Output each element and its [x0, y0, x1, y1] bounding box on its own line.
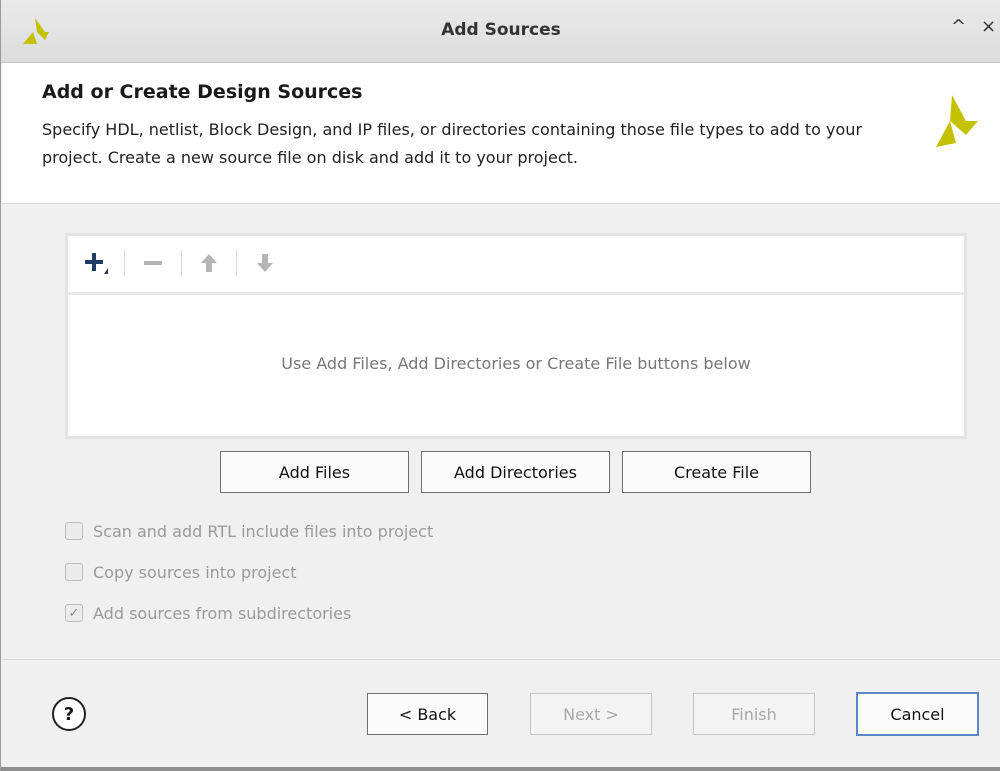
add-directories-button[interactable]: Add Directories: [421, 451, 610, 493]
checkbox-box: [65, 522, 83, 540]
sources-toolbar: [68, 236, 964, 295]
copy-sources-checkbox[interactable]: Copy sources into project: [65, 560, 297, 584]
back-button[interactable]: < Back: [367, 693, 488, 735]
toolbar-separator: [236, 250, 237, 276]
finish-button[interactable]: Finish: [693, 693, 815, 735]
page-description: Specify HDL, netlist, Block Design, and …: [42, 120, 863, 167]
plus-icon: [85, 253, 108, 274]
add-sources-button[interactable]: [80, 248, 110, 278]
minus-icon: [144, 261, 162, 265]
page-title: Add or Create Design Sources: [42, 81, 363, 103]
window-bottom-border: [1, 767, 1000, 771]
arrow-down-icon: [257, 254, 273, 272]
toolbar-separator: [124, 250, 125, 276]
create-file-button[interactable]: Create File: [622, 451, 811, 493]
checkbox-label: Scan and add RTL include files into proj…: [93, 521, 434, 541]
toolbar-separator: [181, 250, 182, 276]
sources-panel: Use Add Files, Add Directories or Create…: [65, 233, 967, 439]
footer-divider: [2, 659, 1000, 660]
add-sources-dialog: Add Sources ^ × Add or Create Design Sou…: [0, 0, 1000, 771]
checkmark-icon: ✓: [65, 604, 83, 622]
cancel-button[interactable]: Cancel: [856, 692, 979, 736]
vendor-logo-icon: [936, 95, 978, 147]
next-button[interactable]: Next >: [530, 693, 652, 735]
title-bar[interactable]: Add Sources ^ ×: [1, 0, 1000, 63]
page-header: Add or Create Design Sources Specify HDL…: [2, 63, 1000, 204]
move-up-button[interactable]: [194, 248, 224, 278]
checkbox-label: Copy sources into project: [93, 562, 297, 582]
close-button[interactable]: ×: [981, 16, 996, 37]
add-subdirectories-checkbox[interactable]: ✓ Add sources from subdirectories: [65, 601, 351, 625]
checkbox-label: Add sources from subdirectories: [93, 603, 352, 623]
checkbox-box: [65, 563, 83, 581]
remove-source-button[interactable]: [138, 248, 168, 278]
move-down-button[interactable]: [250, 248, 280, 278]
scan-rtl-include-checkbox[interactable]: Scan and add RTL include files into proj…: [65, 519, 433, 543]
empty-list-message: Use Add Files, Add Directories or Create…: [281, 354, 751, 373]
arrow-up-icon: [201, 254, 217, 272]
window-title: Add Sources: [441, 20, 561, 40]
minimize-button[interactable]: ^: [951, 16, 966, 37]
add-files-button[interactable]: Add Files: [220, 451, 409, 493]
help-button[interactable]: ?: [52, 697, 86, 731]
